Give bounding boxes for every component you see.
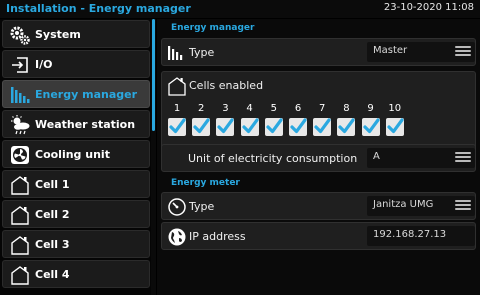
list-menu-icon[interactable]: [455, 200, 471, 212]
energy-manager-section-title: Energy manager: [171, 23, 255, 33]
cell-number-label: 10: [388, 103, 402, 114]
cell-checkbox-5[interactable]: [264, 117, 284, 137]
cell-checkbox-3[interactable]: [215, 117, 235, 137]
sidebar-item-cell-1[interactable]: Cell 1: [2, 170, 150, 198]
ip-address-input[interactable]: 192.168.27.13: [367, 226, 475, 246]
cell-number-label: 6: [294, 103, 302, 114]
cell-checkbox-4[interactable]: [240, 117, 260, 137]
cell-checkbox-7[interactable]: [312, 117, 332, 137]
meter-type-row[interactable]: Type Janitza UMG: [161, 192, 476, 220]
weather-icon: [11, 115, 30, 135]
cell-number-label: 5: [270, 103, 277, 114]
unit-row[interactable]: Unit of electricity consumption A: [161, 144, 476, 172]
io-icon: [12, 57, 28, 73]
energy-manager-type-row[interactable]: Type Master: [161, 38, 476, 66]
sidebar-item-cell-4[interactable]: Cell 4: [2, 260, 150, 288]
type-select[interactable]: Master: [367, 42, 475, 62]
sidebar-item-cooling-unit[interactable]: Cooling unit: [2, 140, 150, 168]
sidebar: System I/O Energy manager Weather statio…: [0, 19, 151, 295]
house-icon: [11, 266, 29, 285]
cells-enabled-label: Cells enabled: [189, 79, 264, 92]
title-bar: Installation - Energy manager 23-10-2020…: [0, 0, 480, 18]
sidebar-item-system[interactable]: System: [2, 20, 150, 48]
cell-number-label: 7: [319, 103, 326, 114]
sidebar-item-energy-manager[interactable]: Energy manager: [2, 80, 150, 108]
cell-checkbox-1[interactable]: [167, 117, 187, 137]
meter-type-label: Type: [189, 200, 215, 213]
cell-number-label: 3: [222, 103, 229, 114]
unit-value: A: [373, 151, 380, 162]
cell-checkbox-9[interactable]: [361, 117, 381, 137]
unit-label: Unit of electricity consumption: [188, 152, 358, 165]
main-panel: Energy manager Type Master Cells enabled…: [157, 19, 480, 295]
type-label: Type: [189, 46, 215, 59]
meter-type-value: Janitza UMG: [373, 199, 434, 210]
type-value: Master: [373, 45, 408, 56]
sidebar-item-cell-2[interactable]: Cell 2: [2, 200, 150, 228]
ip-address-row[interactable]: IP address 192.168.27.13: [161, 222, 476, 250]
house-icon: [168, 77, 186, 96]
gears-icon: [10, 26, 30, 45]
sidebar-item-label: Cell 3: [35, 238, 70, 251]
cell-checkbox-2[interactable]: [191, 117, 211, 137]
sidebar-item-label: Cell 2: [35, 208, 70, 221]
gauge-icon: [168, 198, 186, 216]
page-title: Installation - Energy manager: [6, 2, 191, 15]
ip-address-value: 192.168.27.13: [373, 229, 447, 240]
sidebar-item-label: System: [35, 28, 81, 41]
cell-checkbox-8[interactable]: [336, 117, 356, 137]
sidebar-item-label: Cell 1: [35, 178, 70, 191]
cell-number-label: 8: [343, 103, 350, 114]
ip-address-label: IP address: [189, 230, 246, 243]
house-icon: [11, 206, 29, 225]
sidebar-item-label: Cooling unit: [35, 148, 110, 161]
list-menu-icon[interactable]: [455, 152, 471, 164]
unit-select[interactable]: A: [367, 148, 475, 168]
meter-type-select[interactable]: Janitza UMG: [367, 196, 475, 216]
sidebar-item-label: Weather station: [35, 118, 136, 131]
energy-bars-icon: [11, 87, 30, 103]
sidebar-scrollbar-thumb[interactable]: [152, 19, 155, 131]
sidebar-scrollbar[interactable]: [151, 19, 156, 295]
cell-number-label: 9: [367, 103, 374, 114]
house-icon: [11, 176, 29, 195]
sidebar-item-label: Cell 4: [35, 268, 70, 281]
list-menu-icon[interactable]: [455, 46, 471, 58]
house-icon: [11, 236, 29, 255]
cell-number-label: 4: [246, 103, 253, 114]
cell-checkbox-10[interactable]: [385, 117, 405, 137]
fan-icon: [11, 146, 29, 164]
energy-bars-icon: [168, 46, 183, 60]
sidebar-item-weather-station[interactable]: Weather station: [2, 110, 150, 138]
globe-icon: [168, 228, 186, 246]
datetime-display: 23-10-2020 11:08: [383, 2, 474, 13]
sidebar-item-cell-3[interactable]: Cell 3: [2, 230, 150, 258]
cell-checkbox-6[interactable]: [288, 117, 308, 137]
energy-meter-section-title: Energy meter: [171, 178, 240, 188]
sidebar-item-label: I/O: [35, 58, 53, 71]
sidebar-item-io[interactable]: I/O: [2, 50, 150, 78]
cell-number-label: 2: [198, 103, 205, 114]
sidebar-item-label: Energy manager: [35, 88, 138, 101]
cell-number-label: 1: [173, 103, 181, 114]
